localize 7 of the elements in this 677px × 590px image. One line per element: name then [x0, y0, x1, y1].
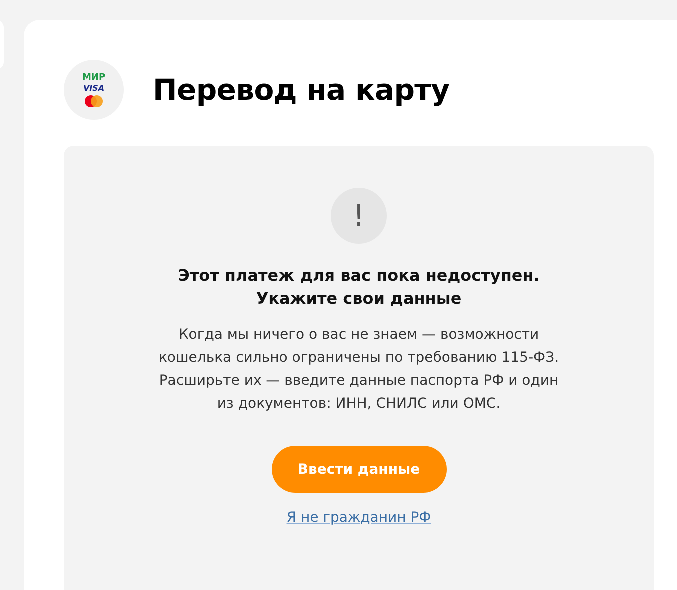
notice-heading: Этот платеж для вас пока недоступен. — [178, 265, 540, 287]
notice-heading: Укажите свои данные — [255, 288, 463, 310]
notice-text: Когда мы ничего о вас не знаем — возможности кошелька сильно ограничены по требованию 115-ФЗ. Расширьте их — введите данные паспорта РФ и один из документов: ИНН, СНИЛС или ОМС. — [158, 326, 560, 414]
not-citizen-link[interactable]: Я не гражданин РФ — [286, 510, 432, 526]
payment-systems-logo: МИР VISA — [64, 60, 124, 120]
page-title: Перевод на карту — [153, 73, 450, 107]
warning-icon: ! — [331, 188, 387, 244]
